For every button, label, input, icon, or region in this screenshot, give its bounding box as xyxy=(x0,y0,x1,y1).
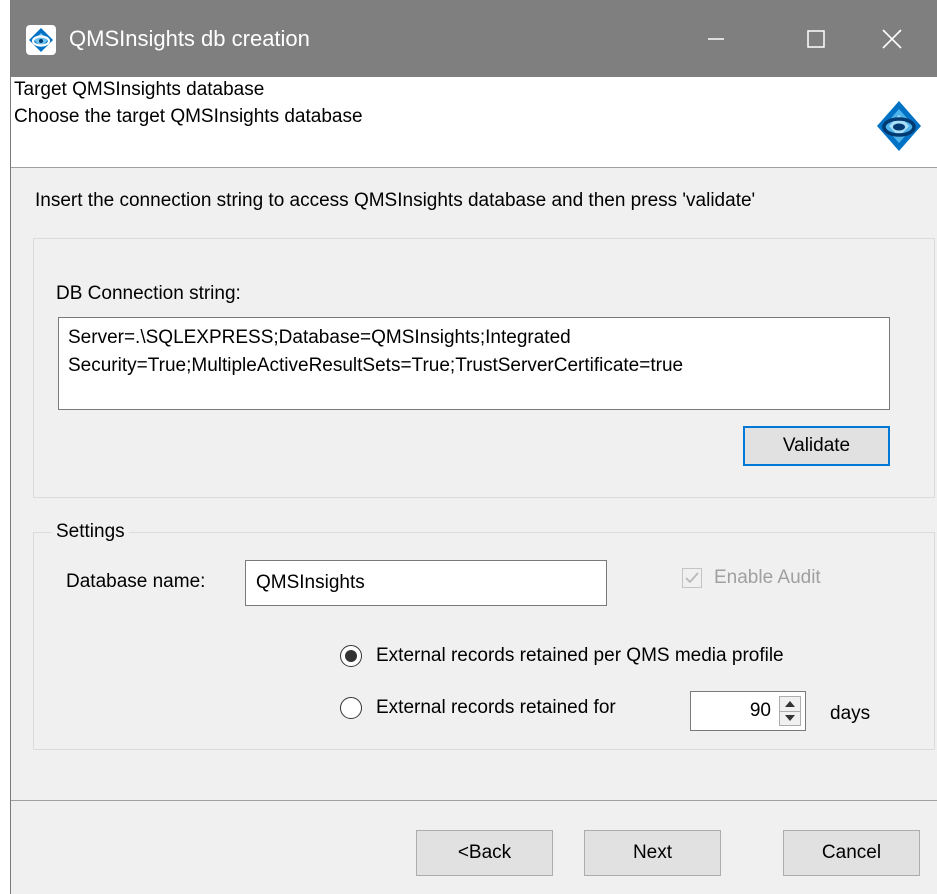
chevron-down-icon xyxy=(785,715,795,721)
minimize-icon xyxy=(708,37,724,40)
qmsinsights-logo-icon xyxy=(26,25,56,55)
maximize-icon xyxy=(807,29,825,48)
minimize-button[interactable] xyxy=(670,0,762,77)
settings-legend: Settings xyxy=(52,519,129,545)
checkmark-icon xyxy=(685,572,699,584)
chevron-up-icon xyxy=(785,701,795,707)
stepper-down-button[interactable] xyxy=(780,711,800,725)
qmsinsights-logo-icon xyxy=(877,101,921,151)
connection-group: DB Connection string: Server=.\SQLEXPRES… xyxy=(33,238,935,498)
instructions-text: Insert the connection string to access Q… xyxy=(35,190,756,211)
connection-string-label: DB Connection string: xyxy=(56,283,241,304)
footer-divider xyxy=(11,800,937,801)
checkbox-box xyxy=(682,568,702,588)
days-label: days xyxy=(830,703,871,724)
close-button[interactable] xyxy=(846,0,937,77)
next-button[interactable]: Next xyxy=(584,830,721,876)
close-icon xyxy=(882,28,902,49)
database-name-label: Database name: xyxy=(66,571,206,592)
radio-selected-icon xyxy=(340,645,362,667)
retention-per-profile-label: External records retained per QMS media … xyxy=(376,645,784,666)
retention-days-label: External records retained for xyxy=(376,697,616,718)
wizard-header: Target QMSInsights database Choose the t… xyxy=(11,77,937,168)
window-title: QMSInsights db creation xyxy=(69,26,310,51)
title-bar[interactable]: QMSInsights db creation xyxy=(11,0,937,77)
retention-days-stepper[interactable]: 90 xyxy=(690,691,806,731)
connection-string-input[interactable]: Server=.\SQLEXPRESS;Database=QMSInsights… xyxy=(58,317,890,410)
stepper-arrows xyxy=(779,696,801,726)
retention-days-value[interactable]: 90 xyxy=(750,692,771,730)
cancel-button[interactable]: Cancel xyxy=(783,830,920,876)
dialog-window: QMSInsights db creation Target QMSInsigh… xyxy=(10,0,937,894)
stepper-up-button[interactable] xyxy=(780,697,800,712)
radio-unselected-icon xyxy=(340,697,362,719)
header-title: Target QMSInsights database xyxy=(14,79,265,100)
header-subtitle: Choose the target QMSInsights database xyxy=(14,106,363,127)
validate-button[interactable]: Validate xyxy=(743,426,890,466)
settings-group: Settings Database name: QMSInsights Enab… xyxy=(33,519,935,750)
back-button[interactable]: <Back xyxy=(416,830,553,876)
database-name-input[interactable]: QMSInsights xyxy=(245,560,607,606)
retention-per-profile-radio[interactable]: External records retained per QMS media … xyxy=(340,645,784,667)
enable-audit-checkbox[interactable]: Enable Audit xyxy=(682,567,821,589)
retention-days-radio[interactable]: External records retained for xyxy=(340,697,616,719)
enable-audit-label: Enable Audit xyxy=(714,567,821,588)
